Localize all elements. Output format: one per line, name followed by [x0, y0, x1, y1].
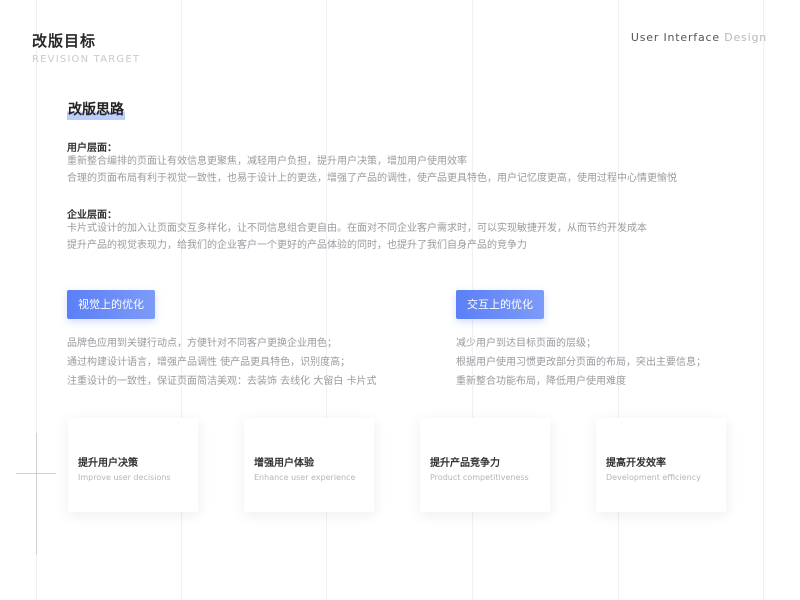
tagline-main: User Interface [630, 31, 720, 44]
goal-card-subtitle: Development efficiency [606, 473, 701, 482]
goal-card-subtitle: Improve user decisions [78, 473, 171, 482]
visual-line: 通过构建设计语言，增强产品调性 使产品更具特色，识别度高； [67, 357, 351, 368]
interaction-optimization-badge: 交互上的优化 [456, 290, 544, 319]
enterprise-level-line: 卡片式设计的加入让页面交互多样化，让不同信息组合更自由。在面对不同企业客户需求时… [67, 223, 647, 234]
interaction-line: 重新整合功能布局，降低用户使用难度 [456, 376, 626, 387]
crosshair-mark [16, 473, 56, 474]
grid-line [763, 0, 764, 600]
enterprise-level-title: 企业层面： [67, 210, 117, 221]
header-tagline: User Interface Design [631, 31, 767, 44]
user-level-line: 合理的页面布局有利于视觉一致性，也易于设计上的更迭，增强了产品的调性，使产品更具… [67, 173, 677, 184]
goal-card-title: 增强用户体验 [254, 458, 314, 469]
tagline-accent: Design [724, 31, 767, 44]
page-title: 改版目标 [32, 32, 97, 50]
visual-line: 品牌色应用到关键行动点，方便针对不同客户更换企业用色； [67, 338, 337, 349]
user-level-text: 重新整合编排的页面让有效信息更聚焦，减轻用户负担，提升用户决策，增加用户使用效率… [67, 153, 677, 187]
visual-line: 注重设计的一致性，保证页面简洁美观：去装饰 去线化 大留白 卡片式 [67, 376, 377, 387]
visual-optimization-badge: 视觉上的优化 [67, 290, 155, 319]
visual-optimization-text: 品牌色应用到关键行动点，方便针对不同客户更换企业用色； 通过构建设计语言，增强产… [67, 334, 377, 391]
goal-card: 提高开发效率 Development efficiency [596, 418, 726, 512]
section-title: 改版思路 [67, 99, 125, 120]
goal-card-title: 提高开发效率 [606, 458, 666, 469]
crosshair-mark [36, 433, 37, 555]
enterprise-level-line: 提升产品的视觉表现力，给我们的企业客户一个更好的产品体验的同时，也提升了我们自身… [67, 240, 527, 251]
enterprise-level-text: 卡片式设计的加入让页面交互多样化，让不同信息组合更自由。在面对不同企业客户需求时… [67, 220, 647, 254]
goal-card: 增强用户体验 Enhance user experience [244, 418, 374, 512]
goal-card-subtitle: Enhance user experience [254, 473, 356, 482]
user-level-line: 重新整合编排的页面让有效信息更聚焦，减轻用户负担，提升用户决策，增加用户使用效率 [67, 156, 467, 167]
user-level-title: 用户层面： [67, 143, 117, 154]
interaction-line: 减少用户到达目标页面的层级； [456, 338, 596, 349]
page-subtitle: REVISION TARGET [32, 54, 141, 65]
goal-card-subtitle: Product competitiveness [430, 473, 529, 482]
goal-card: 提升产品竞争力 Product competitiveness [420, 418, 550, 512]
goal-card-title: 提升产品竞争力 [430, 458, 500, 469]
interaction-line: 根据用户使用习惯更改部分页面的布局，突出主要信息； [456, 357, 706, 368]
goal-card-title: 提升用户决策 [78, 458, 138, 469]
interaction-optimization-text: 减少用户到达目标页面的层级； 根据用户使用习惯更改部分页面的布局，突出主要信息；… [456, 334, 706, 391]
goal-card: 提升用户决策 Improve user decisions [68, 418, 198, 512]
